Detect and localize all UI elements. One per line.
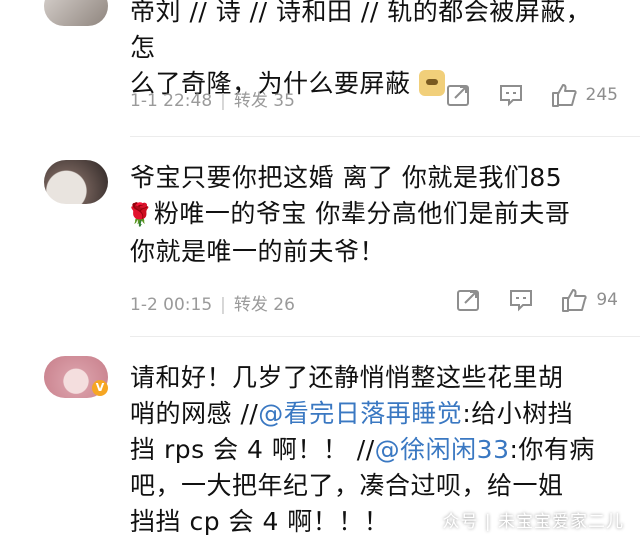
meta-separator: | [220,91,226,111]
like-icon [562,289,588,312]
comment-text: 爷宝只要你把这婚 离了 你就是我们85 🌹粉唯一的爷宝 你辈分高他们是前夫哥 你… [126,160,610,270]
comment-line: 爷宝只要你把这婚 离了 你就是我们85 [130,163,563,192]
mention-link[interactable]: @看完日落再睡觉 [258,399,462,428]
watermark: 众号 | 未宝宝爱家二儿 [442,512,624,532]
comment-actions: 245 [420,82,618,108]
comment-line-text: 粉唯一的爷宝 你辈分高他们是前夫哥 [153,199,571,228]
verified-badge-icon: V [92,380,108,396]
repost-count[interactable]: 转发 35 [234,91,295,111]
comment-meta: 1-2 00:15 | 转发 26 [130,290,295,315]
comment-line-text: 哨的网感 // [130,399,259,428]
comment-icon [499,85,522,107]
like-icon [551,84,577,107]
repost-icon [446,85,469,106]
like-count: 94 [596,290,618,310]
repost-icon [457,290,480,311]
comment-icon [510,290,533,312]
comment-line: 请和好！几岁了还静悄悄整这些花里胡 [130,363,564,392]
comment-actions: 94 [430,287,618,313]
comment-line-text: :给小树挡 [462,399,574,428]
like-button[interactable]: 94 [560,287,618,313]
repost-button[interactable] [456,288,482,312]
divider [130,336,640,337]
comment-line: 帝刘 // 诗 // 诗和田 // 轨的都会被屏蔽，怎 [130,0,592,62]
comment-line: 吧，一大把年纪了，凑合过呗，给一姐 [130,471,564,500]
repost-count[interactable]: 转发 26 [234,295,295,315]
divider [130,136,640,137]
comment-line: 哨的网感 //@看完日落再睡觉:给小树挡 [130,396,610,432]
comment-meta: 1-1 22:48 | 转发 35 [130,86,295,111]
comment-line: 你就是唯一的前夫爷！ [130,237,386,266]
like-count: 245 [585,85,618,105]
avatar[interactable] [44,0,108,26]
avatar[interactable] [44,160,108,204]
comment-line-text: 挡 rps 会 4 啊！！ // [130,435,375,464]
comment-line: 挡 rps 会 4 啊！！ //@徐闲闲33:你有病 [130,432,610,468]
comment-line: 🌹粉唯一的爷宝 你辈分高他们是前夫哥 [126,196,610,234]
comment-date: 1-2 00:15 [130,295,213,315]
comment-button[interactable] [498,83,524,107]
comment-date: 1-1 22:48 [130,91,213,111]
mention-link[interactable]: @徐闲闲33 [375,435,510,464]
comment-button[interactable] [508,288,534,312]
repost-button[interactable] [446,83,472,107]
meta-separator: | [220,295,226,315]
rose-emoji-icon: 🌹 [126,203,154,228]
comment-line-text: :你有病 [509,435,595,464]
like-button[interactable]: 245 [550,82,618,108]
